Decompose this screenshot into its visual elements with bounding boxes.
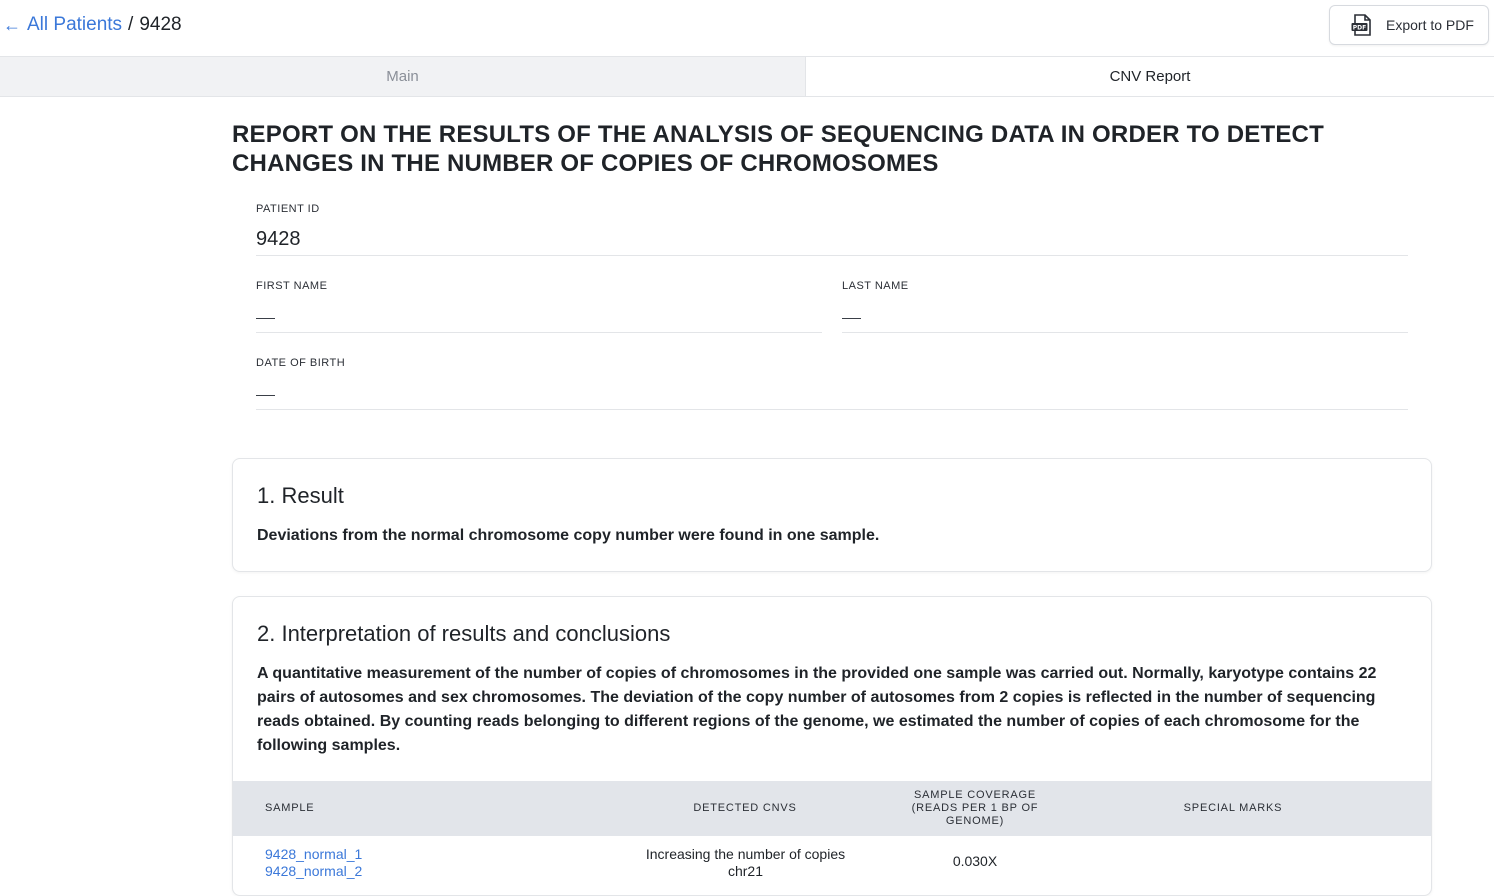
empty-dash (842, 318, 861, 319)
pdf-file-icon: PDF (1350, 13, 1374, 37)
last-name-field: LAST NAME (842, 279, 1408, 333)
breadcrumb-separator: / (128, 14, 134, 35)
all-patients-link[interactable]: ← All Patients (3, 13, 122, 37)
sample-link[interactable]: 9428_normal_2 (265, 863, 362, 880)
patient-id-label: PATIENT ID (256, 203, 320, 215)
first-name-field: FIRST NAME (256, 279, 822, 333)
cnv-line-1: Increasing the number of copies (645, 846, 846, 862)
result-title: 1. Result (257, 483, 344, 508)
tab-main[interactable]: Main (0, 57, 806, 96)
detected-cnv-cell: Increasing the number of copies chr21 (613, 846, 878, 880)
all-patients-label: All Patients (27, 14, 123, 35)
breadcrumb: ← All Patients / 9428 (3, 13, 182, 37)
tab-cnv-report[interactable]: CNV Report (806, 57, 1494, 96)
sample-cell: 9428_normal_1 9428_normal_2 (265, 846, 362, 880)
interpretation-card: 2. Interpretation of results and conclus… (232, 596, 1432, 896)
last-name-value (842, 303, 1408, 329)
first-name-label: FIRST NAME (256, 280, 328, 292)
th-sample: SAMPLE (265, 802, 315, 814)
last-name-label: LAST NAME (842, 280, 909, 292)
result-card: 1. Result Deviations from the normal chr… (232, 458, 1432, 572)
empty-dash (256, 395, 275, 396)
arrow-left-icon: ← (3, 15, 21, 35)
top-bar: ← All Patients / 9428 PDF Export to PDF (0, 0, 1494, 57)
empty-dash (256, 318, 275, 319)
th-detected-cnvs: DETECTED CNVS (693, 802, 797, 814)
svg-text:PDF: PDF (1353, 24, 1366, 31)
th-special-marks: SPECIAL MARKS (1183, 802, 1283, 814)
table-row: 9428_normal_1 9428_normal_2 Increasing t… (233, 836, 1431, 886)
cnv-line-2: chr21 (727, 863, 764, 879)
interpretation-title: 2. Interpretation of results and conclus… (257, 621, 671, 646)
patient-id-field: PATIENT ID 9428 (256, 202, 1408, 256)
export-label: Export to PDF (1386, 17, 1474, 33)
export-to-pdf-button[interactable]: PDF Export to PDF (1329, 5, 1489, 45)
tab-bar: Main CNV Report (0, 57, 1494, 97)
coverage-cell: 0.030X (952, 853, 998, 869)
patient-id-value: 9428 (256, 228, 301, 250)
interpretation-text: A quantitative measurement of the number… (257, 665, 1377, 754)
table-header: SAMPLE DETECTED CNVS SAMPLE COVERAGE (RE… (233, 781, 1431, 836)
th-coverage-line-1: SAMPLE COVERAGE (913, 789, 1037, 801)
date-of-birth-value (256, 380, 1408, 406)
th-coverage-line-3: GENOME) (945, 815, 1005, 827)
th-coverage-line-2: (READS PER 1 BP OF (911, 802, 1039, 814)
date-of-birth-label: DATE OF BIRTH (256, 357, 346, 369)
first-name-value (256, 303, 822, 329)
result-text: Deviations from the normal chromosome co… (257, 527, 880, 544)
th-sample-coverage: SAMPLE COVERAGE (READS PER 1 BP OF GENOM… (895, 789, 1055, 828)
breadcrumb-current: 9428 (139, 14, 182, 35)
sample-link[interactable]: 9428_normal_1 (265, 846, 362, 863)
date-of-birth-field: DATE OF BIRTH (256, 356, 1408, 410)
report-title: REPORT ON THE RESULTS OF THE ANALYSIS OF… (232, 121, 1324, 177)
